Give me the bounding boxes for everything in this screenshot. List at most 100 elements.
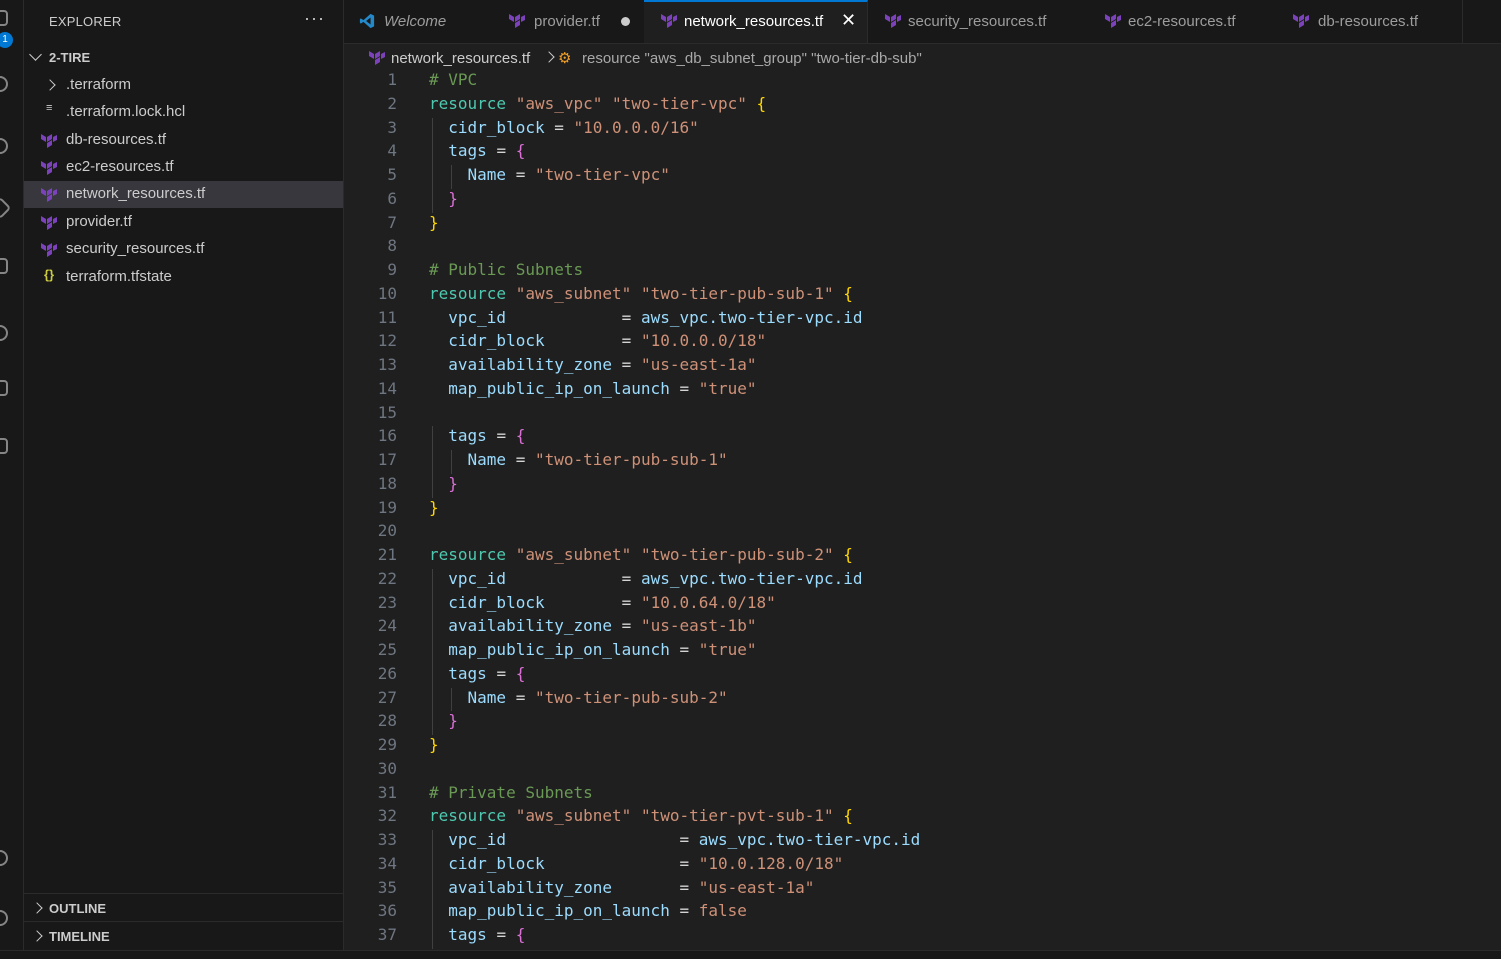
tree-item-terraform-folder[interactable]: .terraform: [24, 72, 343, 99]
code-line[interactable]: 3 cidr_block = "10.0.0.0/16": [344, 118, 1501, 142]
tree-item-lock-file[interactable]: ≡ .terraform.lock.hcl: [24, 99, 343, 126]
code-line[interactable]: 17 Name = "two-tier-pub-sub-1": [344, 450, 1501, 474]
indent-guide: [451, 165, 452, 189]
code-line[interactable]: 6 }: [344, 189, 1501, 213]
code-text: tags = {: [448, 141, 526, 161]
tab-ec2-resources[interactable]: ec2-resources.tf: [1088, 0, 1279, 43]
code-line[interactable]: 14 map_public_ip_on_launch = "true": [344, 379, 1501, 403]
code-line[interactable]: 1 # VPC: [344, 72, 1501, 94]
tree-item-provider[interactable]: provider.tf: [24, 209, 343, 236]
code-line[interactable]: 10 resource "aws_subnet" "two-tier-pub-su…: [344, 284, 1501, 308]
code-line[interactable]: 22 vpc_id = aws_vpc.two-tier-vpc.id: [344, 569, 1501, 593]
code-line[interactable]: 16 tags = {: [344, 426, 1501, 450]
code-line[interactable]: 18 }: [344, 474, 1501, 498]
line-number: 8: [387, 236, 397, 256]
code-line[interactable]: 29}: [344, 735, 1501, 759]
line-number: 31: [377, 782, 397, 802]
close-icon[interactable]: ✕: [841, 10, 856, 31]
code-line[interactable]: 13 availability_zone = "us-east-1a": [344, 355, 1501, 379]
code-text: # VPC: [429, 72, 478, 89]
testing-icon[interactable]: [0, 325, 8, 341]
code-line[interactable]: 8: [344, 236, 1501, 260]
code-line[interactable]: 34 cidr_block = "10.0.128.0/18": [344, 854, 1501, 878]
code-text: availability_zone = "us-east-1a": [448, 877, 815, 897]
run-debug-icon[interactable]: [0, 196, 12, 220]
code-line[interactable]: 12 cidr_block = "10.0.0.0/18": [344, 331, 1501, 355]
code-line[interactable]: 37 tags = {: [344, 925, 1501, 949]
code-line[interactable]: 25 map_public_ip_on_launch = "true": [344, 640, 1501, 664]
code-line[interactable]: 7}: [344, 213, 1501, 237]
code-text: resource "aws_subnet" "two-tier-pub-sub-…: [429, 545, 853, 564]
workspace-folder[interactable]: 2-TIRE: [24, 47, 343, 69]
tree-item-security-resources[interactable]: security_resources.tf: [24, 236, 343, 263]
code-line[interactable]: 27 Name = "two-tier-pub-sub-2": [344, 688, 1501, 712]
code-line[interactable]: 9 # Public Subnets: [344, 260, 1501, 284]
code-line[interactable]: 15: [344, 403, 1501, 427]
code-text: tags = {: [448, 925, 526, 944]
code-line[interactable]: 4 tags = {: [344, 141, 1501, 165]
code-line[interactable]: 24 availability_zone = "us-east-1b": [344, 616, 1501, 640]
code-line[interactable]: 30: [344, 759, 1501, 783]
settings-gear-icon[interactable]: [0, 910, 8, 926]
search-icon[interactable]: [0, 76, 8, 92]
code-line[interactable]: 26 tags = {: [344, 664, 1501, 688]
code-text: map_public_ip_on_launch = "true": [448, 378, 757, 398]
tree-item-tfstate[interactable]: {} terraform.tfstate: [24, 264, 343, 291]
tree-item-label: security_resources.tf: [66, 240, 205, 257]
explorer-icon[interactable]: [0, 10, 8, 26]
tree-item-label: terraform.tfstate: [66, 268, 172, 285]
timeline-section[interactable]: TIMELINE: [24, 921, 343, 949]
code-text: Name = "two-tier-vpc": [467, 165, 670, 184]
code-line[interactable]: 19}: [344, 498, 1501, 522]
breadcrumb-symbol[interactable]: resource "aws_db_subnet_group" "two-tier…: [582, 50, 922, 67]
indent-guide: [432, 568, 433, 735]
tab-label: security_resources.tf: [908, 13, 1047, 30]
tree-item-ec2-resources[interactable]: ec2-resources.tf: [24, 154, 343, 181]
account-icon[interactable]: [0, 850, 8, 866]
code-line[interactable]: 23 cidr_block = "10.0.64.0/18": [344, 593, 1501, 617]
line-number: 33: [377, 830, 397, 849]
line-number: 17: [377, 450, 397, 469]
tree-item-db-resources[interactable]: db-resources.tf: [24, 127, 343, 154]
line-number: 34: [377, 853, 397, 873]
code-line[interactable]: 20: [344, 521, 1501, 545]
code-text: availability_zone = "us-east-1a": [448, 355, 757, 374]
line-number: 27: [377, 687, 397, 707]
code-line[interactable]: 31 # Private Subnets: [344, 783, 1501, 807]
line-number: 20: [377, 521, 397, 541]
code-line[interactable]: 5 Name = "two-tier-vpc": [344, 165, 1501, 189]
code-line[interactable]: 35 availability_zone = "us-east-1a": [344, 878, 1501, 902]
explorer-title: EXPLORER: [49, 14, 122, 29]
line-number: 4: [387, 141, 397, 161]
tab-welcome[interactable]: Welcome: [344, 0, 493, 43]
source-control-icon[interactable]: [0, 138, 8, 154]
outline-section[interactable]: OUTLINE: [24, 893, 343, 921]
code-line[interactable]: 33 vpc_id = aws_vpc.two-tier-vpc.id: [344, 830, 1501, 854]
code-line[interactable]: 28 }: [344, 711, 1501, 735]
breadcrumb-file[interactable]: network_resources.tf: [391, 50, 530, 67]
tab-db-resources[interactable]: db-resources.tf: [1278, 0, 1463, 43]
code-line[interactable]: 2 resource "aws_vpc" "two-tier-vpc" {: [344, 94, 1501, 118]
tree-item-network-resources[interactable]: network_resources.tf: [24, 181, 343, 208]
unsaved-dot-icon[interactable]: [621, 17, 630, 26]
code-line[interactable]: 11 vpc_id = aws_vpc.two-tier-vpc.id: [344, 308, 1501, 332]
code-editor[interactable]: 1 # VPC 2 resource "aws_vpc" "two-tier-vpc"…: [344, 72, 1501, 950]
code-text: cidr_block = "10.0.0.0/16": [448, 117, 699, 137]
remote-explorer-icon[interactable]: [0, 380, 8, 396]
docker-icon[interactable]: [0, 438, 8, 454]
more-actions-icon[interactable]: ···: [304, 8, 325, 29]
chevron-right-icon: [543, 51, 555, 63]
extensions-icon[interactable]: [0, 258, 8, 274]
code-text: resource "aws_subnet" "two-tier-pub-sub-…: [429, 283, 853, 303]
code-line[interactable]: 21 resource "aws_subnet" "two-tier-pub-su…: [344, 545, 1501, 569]
line-number: 3: [387, 117, 397, 137]
code-line[interactable]: 32 resource "aws_subnet" "two-tier-pvt-su…: [344, 806, 1501, 830]
code-line[interactable]: 36 map_public_ip_on_launch = false: [344, 901, 1501, 925]
tab-security-resources[interactable]: security_resources.tf: [868, 0, 1089, 43]
code-text: map_public_ip_on_launch = "true": [448, 640, 757, 659]
tab-provider[interactable]: provider.tf: [492, 0, 645, 43]
code-text: # Private Subnets: [429, 782, 593, 802]
chevron-right-icon: [31, 930, 43, 942]
tab-network-resources[interactable]: network_resources.tf ✕: [644, 0, 868, 43]
code-text: cidr_block = "10.0.64.0/18": [448, 592, 776, 612]
